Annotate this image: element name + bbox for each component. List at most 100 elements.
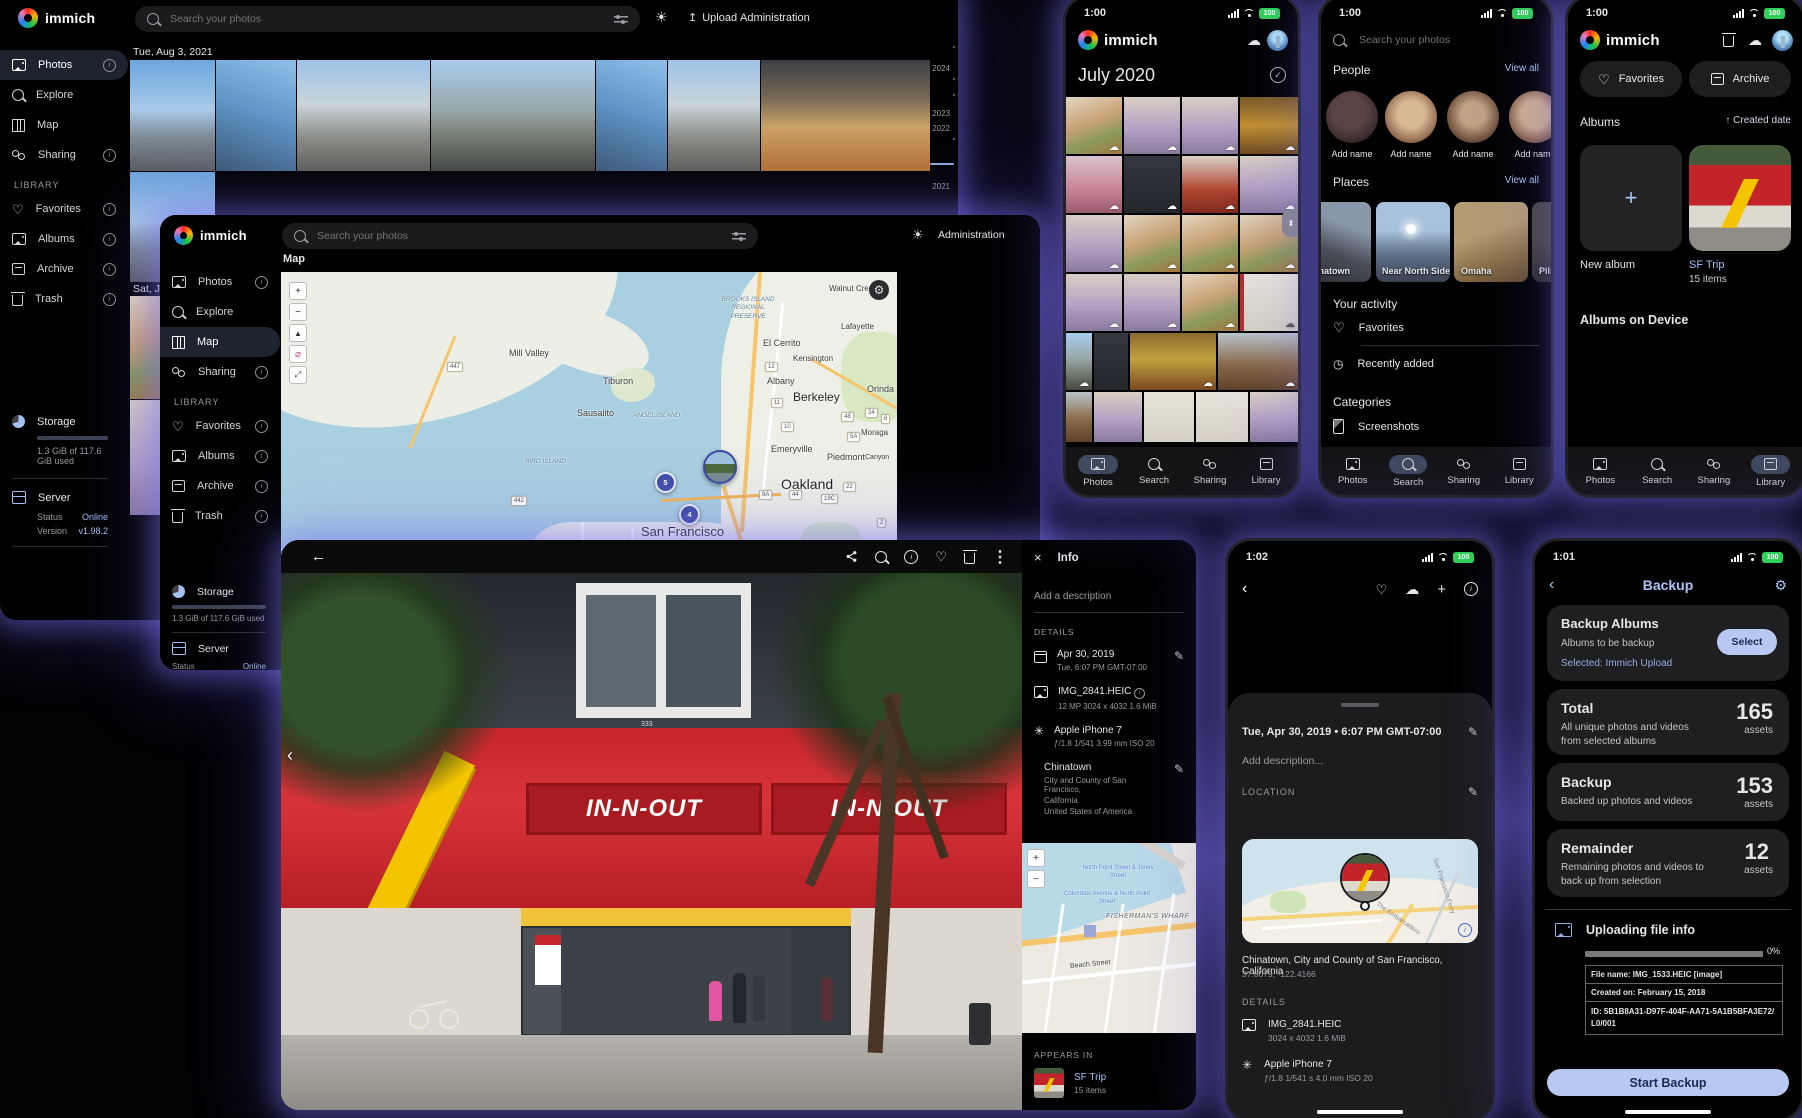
photo-tile[interactable]: ☁ <box>1182 156 1238 213</box>
nav-sharing[interactable]: Sharing <box>1688 457 1740 486</box>
info-icon[interactable]: i <box>103 203 116 216</box>
map-settings-button[interactable]: ⚙ <box>869 280 889 300</box>
select-button[interactable]: Select <box>1717 629 1777 655</box>
sidebar-item-sharing[interactable]: Sharingi <box>160 357 280 387</box>
photo-tile[interactable]: ☁ <box>1124 156 1180 213</box>
nav-photos[interactable]: Photos <box>1327 457 1379 486</box>
nav-sharing[interactable]: Sharing <box>1438 457 1490 486</box>
search-bar[interactable] <box>135 6 640 32</box>
nav-search[interactable]: Search <box>1128 457 1180 486</box>
add-icon[interactable]: + <box>1437 581 1446 598</box>
album-name[interactable]: SF Trip <box>1689 259 1724 271</box>
sidebar-item-albums[interactable]: Albumsi <box>160 441 280 471</box>
map-controls[interactable]: +− <box>1027 849 1045 888</box>
nav-library[interactable]: Library <box>1240 457 1292 486</box>
trash-icon[interactable] <box>1723 36 1734 47</box>
places-view-all[interactable]: View all <box>1505 175 1539 189</box>
sidebar-item-albums[interactable]: Albumsi <box>0 224 128 254</box>
photo-tile[interactable]: ☁ <box>1124 215 1180 272</box>
location-button[interactable]: ⌀ <box>289 345 307 363</box>
location-map[interactable]: FISHERMAN'S WHARF Beach Street North Poi… <box>1022 843 1196 1033</box>
photo-tile[interactable] <box>1144 392 1194 442</box>
file-info-icon[interactable]: i <box>1134 688 1145 699</box>
album-name[interactable]: SF Trip <box>1074 1072 1106 1083</box>
sidebar-item-sharing[interactable]: Sharingi <box>0 140 128 170</box>
photo-tile[interactable] <box>668 60 760 171</box>
start-backup-button[interactable]: Start Backup <box>1547 1069 1789 1096</box>
location-map-card[interactable]: The Embarcadero San Francisco Ferry i <box>1242 839 1478 943</box>
sidebar-item-photos[interactable]: Photosi <box>0 50 128 80</box>
info-icon[interactable]: i <box>103 263 116 276</box>
theme-toggle-icon[interactable]: ☀ <box>655 9 668 26</box>
info-icon[interactable]: i <box>255 420 268 433</box>
photo-tile[interactable]: ☁ <box>1066 97 1122 154</box>
photo-tile[interactable] <box>1066 392 1092 442</box>
add-name-link[interactable]: Add name <box>1326 149 1378 159</box>
trash-icon[interactable] <box>964 553 975 564</box>
filter-sliders-icon[interactable] <box>614 14 628 24</box>
photo-tile[interactable] <box>1196 392 1248 442</box>
info-icon[interactable]: i <box>255 510 268 523</box>
favorite-icon[interactable]: ♡ <box>935 550 947 563</box>
photo-tile[interactable]: ☁ <box>1066 274 1122 331</box>
place-card[interactable]: Pilsen <box>1532 202 1554 282</box>
album-row[interactable]: SF Trip 15 items <box>1034 1068 1106 1098</box>
photo-tile[interactable]: ☁ <box>1218 333 1298 390</box>
zoom-in-button[interactable]: + <box>1027 849 1045 867</box>
photo-tile[interactable]: ☁ <box>1240 274 1298 331</box>
photo-tile[interactable] <box>216 60 296 171</box>
nav-search[interactable]: Search <box>1631 457 1683 486</box>
edit-date-icon[interactable]: ✎ <box>1174 649 1184 672</box>
place-card[interactable]: Omaha <box>1454 202 1528 282</box>
photo-tile[interactable]: ☁ <box>1182 274 1238 331</box>
add-name-link[interactable]: Add name <box>1385 149 1437 159</box>
edit-date-icon[interactable]: ✎ <box>1468 725 1478 739</box>
compass-button[interactable]: ▲ <box>289 324 307 342</box>
theme-toggle-icon[interactable]: ☀ <box>912 227 924 243</box>
nav-photos[interactable]: Photos <box>1072 455 1124 488</box>
more-options-icon[interactable]: ⋮ <box>992 547 1008 567</box>
zoom-out-button[interactable]: − <box>1027 870 1045 888</box>
search-bar[interactable] <box>1333 29 1539 51</box>
favorite-icon[interactable]: ♡ <box>1376 583 1388 596</box>
photo-tile[interactable] <box>297 60 430 171</box>
zoom-in-button[interactable]: + <box>289 282 307 300</box>
scroll-thumb[interactable]: ⬍ <box>1282 209 1300 237</box>
info-icon[interactable]: i <box>103 233 116 246</box>
new-album-card[interactable]: + <box>1580 145 1682 251</box>
add-description-field[interactable]: Add a description <box>1022 565 1196 602</box>
search-input[interactable] <box>315 229 723 243</box>
add-name-link[interactable]: Add name <box>1509 149 1554 159</box>
photo-tile[interactable] <box>1250 392 1298 442</box>
person-face[interactable] <box>1447 91 1499 143</box>
scrubber-position[interactable] <box>930 163 954 165</box>
photo-tile[interactable] <box>431 60 595 171</box>
search-input[interactable] <box>1357 33 1539 47</box>
info-icon[interactable]: i <box>904 550 918 564</box>
albums-sort[interactable]: ↑ Created date <box>1725 115 1791 126</box>
info-icon[interactable]: i <box>255 450 268 463</box>
sidebar-item-photos[interactable]: Photosi <box>160 267 280 297</box>
person-face[interactable] <box>1509 91 1554 143</box>
back-icon[interactable]: ‹ <box>1242 580 1247 598</box>
add-description-field[interactable]: Add description... <box>1228 739 1492 767</box>
sidebar-item-favorites[interactable]: ♡Favoritesi <box>160 411 280 441</box>
screenshots-row[interactable]: Screenshots <box>1333 419 1539 434</box>
search-input[interactable] <box>168 12 605 26</box>
photo-tile[interactable]: ☁ <box>1124 97 1180 154</box>
zoom-out-button[interactable]: − <box>289 303 307 321</box>
place-card[interactable]: Near North Side <box>1376 202 1450 282</box>
photo-canvas[interactable]: 333 IN-N-OUT IN-N-OUT ‹ <box>281 573 1022 1110</box>
photo-tile[interactable]: ☁ <box>1182 215 1238 272</box>
avatar[interactable] <box>1772 30 1793 51</box>
info-icon[interactable]: i <box>103 293 116 306</box>
info-icon[interactable]: i <box>255 276 268 289</box>
avatar[interactable] <box>1267 30 1288 51</box>
upload-cloud-icon[interactable]: ☁ <box>1405 582 1419 596</box>
sidebar-item-explore[interactable]: Explore <box>0 80 128 110</box>
photo-tile[interactable] <box>130 60 215 171</box>
photo-tile[interactable] <box>130 296 160 399</box>
administration-link[interactable]: Administration <box>938 229 1005 241</box>
photo-pin[interactable] <box>1340 853 1390 903</box>
detail-sheet[interactable]: Tue, Apr 30, 2019 • 6:07 PM GMT-07:00 ✎ … <box>1228 693 1492 1118</box>
